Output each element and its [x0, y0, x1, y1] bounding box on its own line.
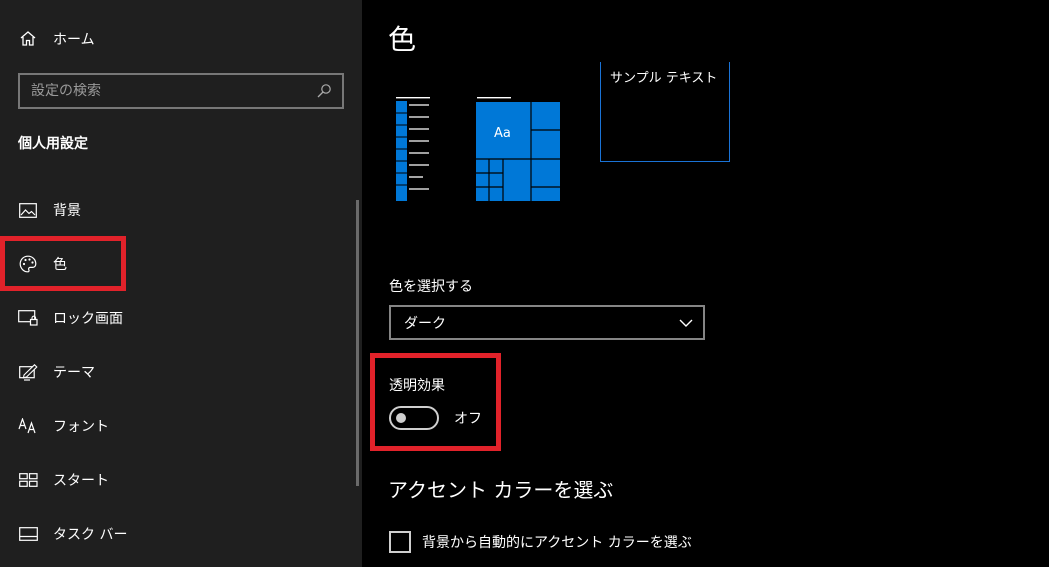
- toggle-knob: [396, 413, 406, 423]
- home-icon: [20, 31, 36, 46]
- home-label: ホーム: [53, 32, 95, 48]
- transparency-toggle-row: オフ: [389, 406, 482, 430]
- search-icon[interactable]: [316, 83, 332, 99]
- sidebar: ホーム 個人用設定 背景 色 ロック画面 テーマ: [0, 0, 362, 567]
- transparency-state: オフ: [454, 411, 482, 427]
- auto-accent-label: 背景から自動的にアクセント カラーを選ぶ: [422, 535, 692, 551]
- page-title: 色: [388, 23, 417, 56]
- highlight-box-colors: [0, 236, 126, 291]
- sidebar-item-taskbar[interactable]: タスク バー: [0, 512, 362, 556]
- taskbar-icon: [18, 524, 38, 544]
- sidebar-item-start[interactable]: スタート: [0, 458, 362, 502]
- color-mode-dropdown[interactable]: ダーク: [389, 305, 705, 340]
- sidebar-item-label: ロック画面: [53, 311, 123, 327]
- sidebar-item-themes[interactable]: テーマ: [0, 350, 362, 394]
- section-title: 個人用設定: [18, 136, 88, 152]
- transparency-label: 透明効果: [389, 378, 445, 394]
- auto-accent-row[interactable]: 背景から自動的にアクセント カラーを選ぶ: [389, 531, 692, 553]
- sidebar-item-label: テーマ: [53, 365, 95, 381]
- sample-text: サンプル テキスト: [610, 71, 718, 86]
- sidebar-item-lock-screen[interactable]: ロック画面: [0, 296, 362, 340]
- auto-accent-checkbox[interactable]: [389, 531, 411, 553]
- chevron-down-icon: [679, 319, 693, 327]
- sidebar-item-label: 背景: [53, 203, 81, 219]
- sidebar-item-background[interactable]: 背景: [0, 188, 362, 232]
- sidebar-item-label: スタート: [53, 473, 109, 489]
- transparency-toggle[interactable]: [389, 406, 439, 430]
- sidebar-scrollbar[interactable]: [356, 200, 359, 486]
- highlight-box-transparency: [370, 353, 501, 451]
- search-box[interactable]: [18, 73, 344, 109]
- sidebar-item-fonts[interactable]: フォント: [0, 404, 362, 448]
- sidebar-item-label: フォント: [53, 419, 109, 435]
- accent-color-heading: アクセント カラーを選ぶ: [388, 478, 614, 502]
- start-icon: [18, 470, 38, 490]
- font-icon: [18, 416, 38, 436]
- picture-icon: [18, 200, 38, 220]
- home-link[interactable]: ホーム: [18, 24, 95, 54]
- color-mode-value: ダーク: [404, 315, 446, 332]
- main-panel: 色 Aa サンプル テキスト 色を選択する ダーク 透明効果 オフ アクセント …: [362, 0, 1049, 567]
- color-mode-label: 色を選択する: [389, 279, 473, 295]
- color-preview: Aa: [396, 97, 560, 201]
- tile-text: Aa: [494, 126, 511, 141]
- lock-screen-icon: [18, 308, 38, 328]
- sidebar-item-label: タスク バー: [53, 527, 128, 543]
- sample-text-box: サンプル テキスト: [600, 62, 730, 162]
- theme-icon: [18, 362, 38, 382]
- search-input[interactable]: [31, 83, 316, 99]
